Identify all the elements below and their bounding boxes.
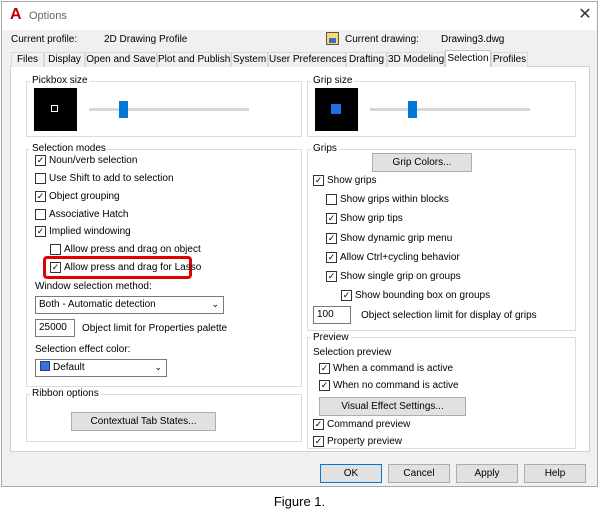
dynamic-grip-menu-label: Show dynamic grip menu: [340, 233, 453, 244]
ctrl-cycling-label: Allow Ctrl+cycling behavior: [340, 252, 460, 263]
grips-label: Grips: [311, 143, 339, 155]
grip-limit-input[interactable]: 100: [313, 306, 351, 324]
shift-add-checkbox[interactable]: [35, 173, 46, 184]
pickbox-size-label: Pickbox size: [30, 75, 90, 87]
autocad-logo-icon: A: [10, 6, 22, 23]
grip-tips-checkbox[interactable]: [326, 213, 337, 224]
close-icon[interactable]: ✕: [576, 6, 594, 24]
object-grouping-checkbox[interactable]: [35, 191, 46, 202]
grip-slider-track[interactable]: [370, 108, 530, 111]
window-method-select[interactable]: Both - Automatic detection ⌄: [35, 296, 224, 314]
figure-caption: Figure 1.: [273, 494, 326, 509]
shift-add-label: Use Shift to add to selection: [49, 173, 174, 184]
tab-selection[interactable]: Selection: [445, 50, 491, 67]
effect-color-select[interactable]: Default ⌄: [35, 359, 167, 377]
grip-colors-button[interactable]: Grip Colors...: [372, 153, 472, 172]
preview-label: Preview: [311, 332, 351, 344]
property-preview-label: Property preview: [327, 436, 403, 447]
tab-display[interactable]: Display: [44, 52, 85, 67]
show-grips-label: Show grips: [327, 175, 377, 186]
grips-in-blocks-label: Show grips within blocks: [340, 194, 449, 205]
object-limit-input[interactable]: 25000: [35, 319, 75, 337]
effect-color-label: Selection effect color:: [35, 344, 131, 355]
tab-open-and-save[interactable]: Open and Save: [85, 52, 157, 67]
pickbox-slider-track[interactable]: [89, 108, 249, 111]
grip-slider-thumb[interactable]: [408, 101, 417, 118]
single-grip-groups-checkbox[interactable]: [326, 271, 337, 282]
show-grips-checkbox[interactable]: [313, 175, 324, 186]
press-drag-lasso-label: Allow press and drag for Lasso: [64, 262, 202, 273]
associative-hatch-label: Associative Hatch: [49, 209, 129, 220]
help-button[interactable]: Help: [524, 464, 586, 483]
no-command-active-label: When no command is active: [333, 380, 459, 391]
selection-tab-panel: Pickbox size Selection modes Noun/verb s…: [10, 67, 590, 452]
current-profile-label: Current profile:: [11, 34, 78, 45]
color-swatch-icon: [40, 361, 50, 371]
grip-preview: [315, 88, 358, 131]
chevron-down-icon: ⌄: [154, 363, 162, 373]
title-bar: A Options ✕: [2, 2, 597, 30]
current-drawing-label: Current drawing:: [345, 34, 419, 45]
noun-verb-label: Noun/verb selection: [49, 155, 138, 166]
ctrl-cycling-checkbox[interactable]: [326, 252, 337, 263]
tab-3d-modeling[interactable]: 3D Modeling: [387, 52, 445, 67]
no-command-active-checkbox[interactable]: [319, 380, 330, 391]
options-dialog: A Options ✕ Current profile: 2D Drawing …: [1, 1, 598, 487]
window-method-label: Window selection method:: [35, 281, 152, 292]
command-active-label: When a command is active: [333, 363, 454, 374]
grips-in-blocks-checkbox[interactable]: [326, 194, 337, 205]
object-limit-label: Object limit for Properties palette: [82, 323, 228, 334]
contextual-tab-states-button[interactable]: Contextual Tab States...: [71, 412, 216, 431]
single-grip-groups-label: Show single grip on groups: [340, 271, 461, 282]
cancel-button[interactable]: Cancel: [388, 464, 450, 483]
drawing-file-icon-detail: [329, 38, 336, 43]
tab-user-preferences[interactable]: User Preferences: [268, 52, 347, 67]
pickbox-slider-thumb[interactable]: [119, 101, 128, 118]
press-drag-object-checkbox[interactable]: [50, 244, 61, 255]
chevron-down-icon: ⌄: [211, 300, 219, 310]
tab-system[interactable]: System: [231, 52, 268, 67]
command-preview-label: Command preview: [327, 419, 411, 430]
property-preview-checkbox[interactable]: [313, 436, 324, 447]
dynamic-grip-menu-checkbox[interactable]: [326, 233, 337, 244]
current-profile-value: 2D Drawing Profile: [104, 34, 188, 45]
pickbox-square: [51, 105, 58, 112]
bounding-box-groups-checkbox[interactable]: [341, 290, 352, 301]
press-drag-lasso-checkbox[interactable]: [50, 262, 61, 273]
grip-limit-label: Object selection limit for display of gr…: [361, 310, 537, 321]
visual-effect-settings-button[interactable]: Visual Effect Settings...: [319, 397, 466, 416]
ribbon-options-label: Ribbon options: [30, 388, 101, 400]
tab-drafting[interactable]: Drafting: [346, 52, 387, 67]
press-drag-object-label: Allow press and drag on object: [64, 244, 201, 255]
command-active-checkbox[interactable]: [319, 363, 330, 374]
bounding-box-groups-label: Show bounding box on groups: [355, 290, 491, 301]
grip-square: [331, 104, 341, 114]
effect-color-value: Default: [53, 362, 85, 373]
grip-tips-label: Show grip tips: [340, 213, 403, 224]
object-grouping-label: Object grouping: [49, 191, 120, 202]
implied-windowing-checkbox[interactable]: [35, 226, 46, 237]
selection-modes-label: Selection modes: [30, 143, 108, 155]
implied-windowing-label: Implied windowing: [49, 226, 131, 237]
window-title: Options: [29, 10, 67, 22]
pickbox-preview: [34, 88, 77, 131]
ok-button[interactable]: OK: [320, 464, 382, 483]
noun-verb-checkbox[interactable]: [35, 155, 46, 166]
current-drawing-value: Drawing3.dwg: [441, 34, 505, 45]
associative-hatch-checkbox[interactable]: [35, 209, 46, 220]
selection-preview-label: Selection preview: [313, 347, 392, 358]
window-method-value: Both - Automatic detection: [39, 299, 156, 310]
drawing-file-icon: [326, 32, 339, 45]
tab-profiles[interactable]: Profiles: [491, 52, 528, 67]
grip-size-label: Grip size: [311, 75, 355, 87]
command-preview-checkbox[interactable]: [313, 419, 324, 430]
apply-button[interactable]: Apply: [456, 464, 518, 483]
tab-plot-and-publish[interactable]: Plot and Publish: [157, 52, 231, 67]
tab-files[interactable]: Files: [11, 52, 44, 67]
